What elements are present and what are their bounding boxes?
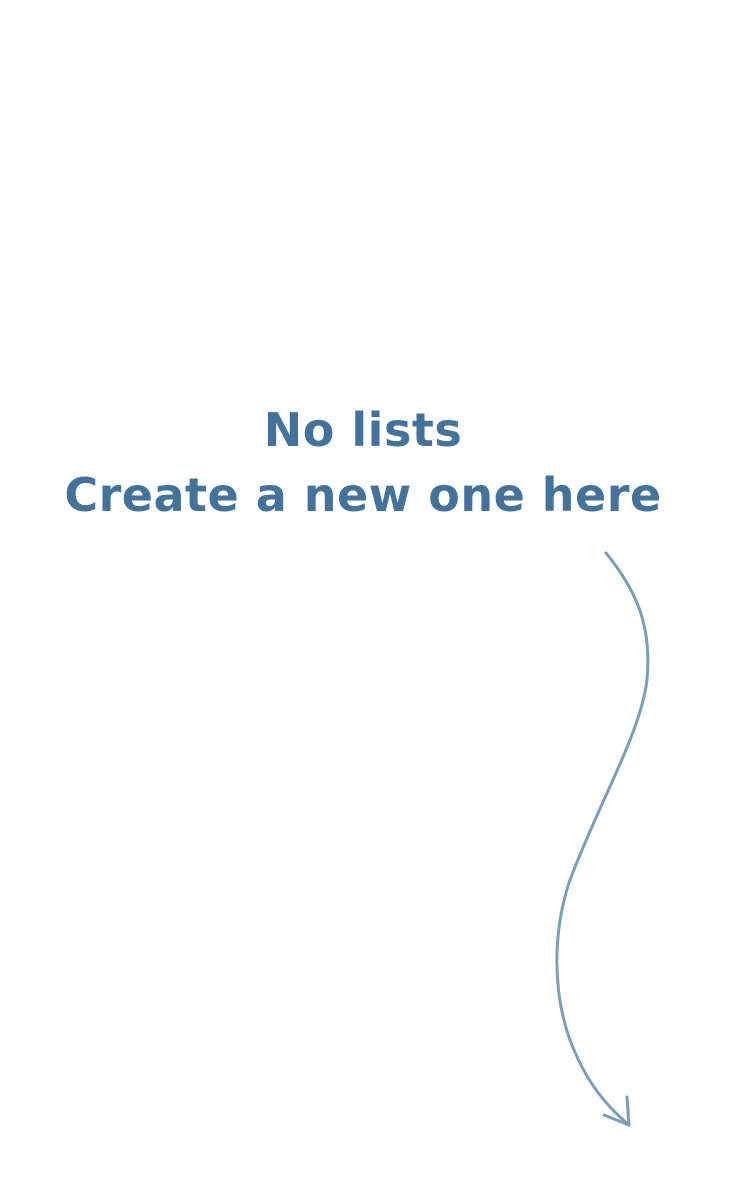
arrow-shaft [555, 551, 650, 1127]
arrow-head [602, 1095, 631, 1127]
empty-state-subtitle: Create a new one here [64, 468, 662, 522]
empty-state-title: No lists [263, 403, 463, 457]
empty-state-message: No lists Create a new one here [0, 398, 726, 528]
curved-arrow-down-icon [555, 551, 650, 1127]
